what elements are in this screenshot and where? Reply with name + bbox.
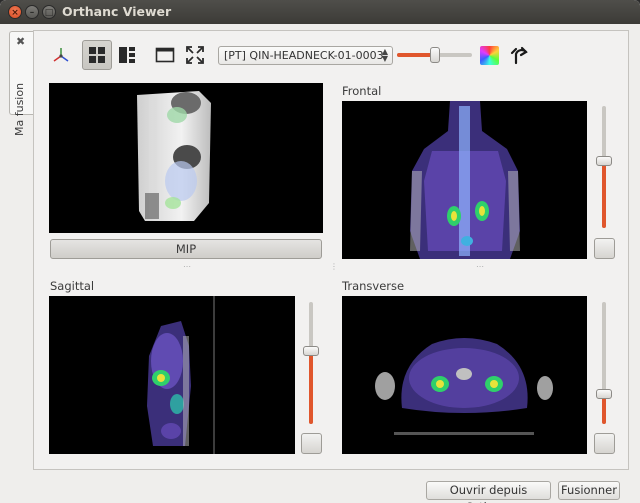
fuse-button[interactable]: Fusionner xyxy=(558,481,620,500)
sagittal-slice-slider[interactable] xyxy=(303,302,319,424)
fullscreen-icon[interactable] xyxy=(180,40,210,70)
transverse-slice-slider[interactable] xyxy=(596,302,612,424)
splitter-handle-vertical[interactable]: ⋮ xyxy=(330,262,338,271)
splitter-handle-horizontal-right[interactable]: ⋯ xyxy=(476,262,484,271)
tab-label: Ma fusion xyxy=(13,82,26,136)
splitter-handle-horizontal-left[interactable]: ⋯ xyxy=(183,262,191,271)
minimize-icon[interactable]: – xyxy=(25,5,39,19)
series-select[interactable]: [PT] QIN-HEADNECK-01-0003 ▲ ▼ xyxy=(218,46,393,65)
tab-close-icon[interactable]: ✖ xyxy=(16,35,25,48)
axes-icon[interactable] xyxy=(46,40,76,70)
grid-layout-icon[interactable] xyxy=(82,40,112,70)
rotate-icon[interactable] xyxy=(504,40,534,70)
frontal-label: Frontal xyxy=(342,84,382,98)
tab-ma-fusion[interactable]: ✖ Ma fusion xyxy=(9,31,33,136)
open-from-orthanc-button[interactable]: Ouvrir depuis Orthanc xyxy=(426,481,551,503)
close-icon[interactable]: × xyxy=(8,5,22,19)
frontal-slice-slider[interactable] xyxy=(596,106,612,228)
chevron-updown-icon: ▲ ▼ xyxy=(381,47,388,63)
split-layout-icon[interactable] xyxy=(112,40,142,70)
mip-view[interactable] xyxy=(49,83,323,233)
series-select-value: [PT] QIN-HEADNECK-01-0003 xyxy=(224,49,384,62)
frontal-slider-handle[interactable] xyxy=(596,155,612,166)
opacity-slider[interactable] xyxy=(397,47,472,63)
title-bar[interactable]: × – □ Orthanc Viewer xyxy=(0,0,640,24)
frontal-slider-fill xyxy=(602,160,606,228)
window-title: Orthanc Viewer xyxy=(62,4,172,19)
transverse-label: Transverse xyxy=(342,279,405,293)
sagittal-options-button[interactable] xyxy=(301,433,322,454)
sagittal-slider-fill xyxy=(309,350,313,424)
transverse-view[interactable] xyxy=(342,296,587,454)
transverse-options-button[interactable] xyxy=(594,433,615,454)
opacity-slider-fill xyxy=(397,53,435,57)
transverse-slider-handle[interactable] xyxy=(596,388,612,399)
sagittal-view[interactable] xyxy=(49,296,295,454)
frontal-view[interactable] xyxy=(342,101,587,259)
maximize-icon[interactable]: □ xyxy=(42,5,56,19)
opacity-slider-handle[interactable] xyxy=(429,47,440,63)
sagittal-label: Sagittal xyxy=(50,279,95,293)
mip-button[interactable]: MIP xyxy=(50,239,322,259)
frontal-options-button[interactable] xyxy=(594,238,615,259)
sagittal-slider-handle[interactable] xyxy=(303,345,319,356)
window-icon[interactable] xyxy=(150,40,180,70)
colormap-icon[interactable] xyxy=(474,40,504,70)
app-window: × – □ Orthanc Viewer ✖ Ma fusion [PT] QI… xyxy=(0,0,640,503)
